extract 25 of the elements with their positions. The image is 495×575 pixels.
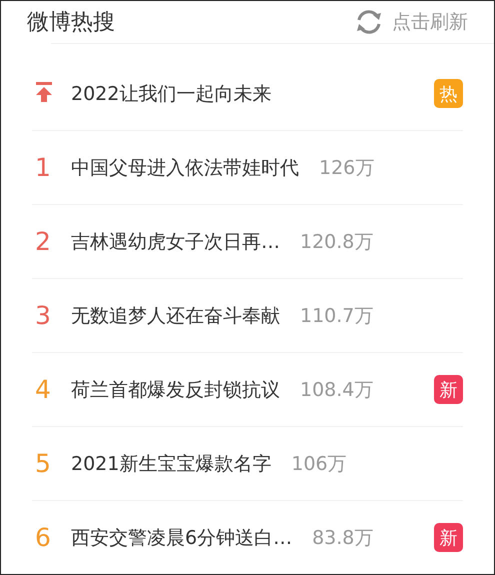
panel-title: 微博热搜 (27, 9, 115, 37)
hot-badge: 热 (434, 79, 463, 108)
new-badge: 新 (434, 375, 463, 404)
rank-number: 1 (35, 153, 51, 182)
topic-link[interactable]: 荷兰首都爆发反封锁抗议 (71, 376, 280, 402)
pin-top-icon (35, 82, 53, 102)
search-count: 120.8万 (300, 230, 374, 254)
search-count: 83.8万 (312, 526, 374, 550)
refresh-icon (354, 9, 384, 35)
rank-number: 3 (35, 301, 51, 330)
search-count: 106万 (291, 452, 347, 476)
rank-number: 4 (35, 375, 51, 404)
rank-number: 5 (35, 449, 51, 478)
topic-link[interactable]: 西安交警凌晨6分钟送白… (71, 524, 292, 550)
search-count: 110.7万 (300, 304, 374, 328)
topic-link[interactable]: 吉林遇幼虎女子次日再… (71, 228, 280, 254)
topic-link[interactable]: 2022让我们一起向未来 (71, 80, 272, 106)
rank-number: 6 (35, 523, 51, 552)
search-count: 108.4万 (300, 378, 374, 402)
rank-number: 2 (35, 227, 51, 256)
new-badge: 新 (434, 523, 463, 552)
topic-link[interactable]: 2021新生宝宝爆款名字 (71, 450, 272, 476)
topic-link[interactable]: 中国父母进入依法带娃时代 (71, 154, 299, 180)
topic-link[interactable]: 无数追梦人还在奋斗奉献 (71, 302, 280, 328)
search-count: 126万 (319, 156, 374, 180)
